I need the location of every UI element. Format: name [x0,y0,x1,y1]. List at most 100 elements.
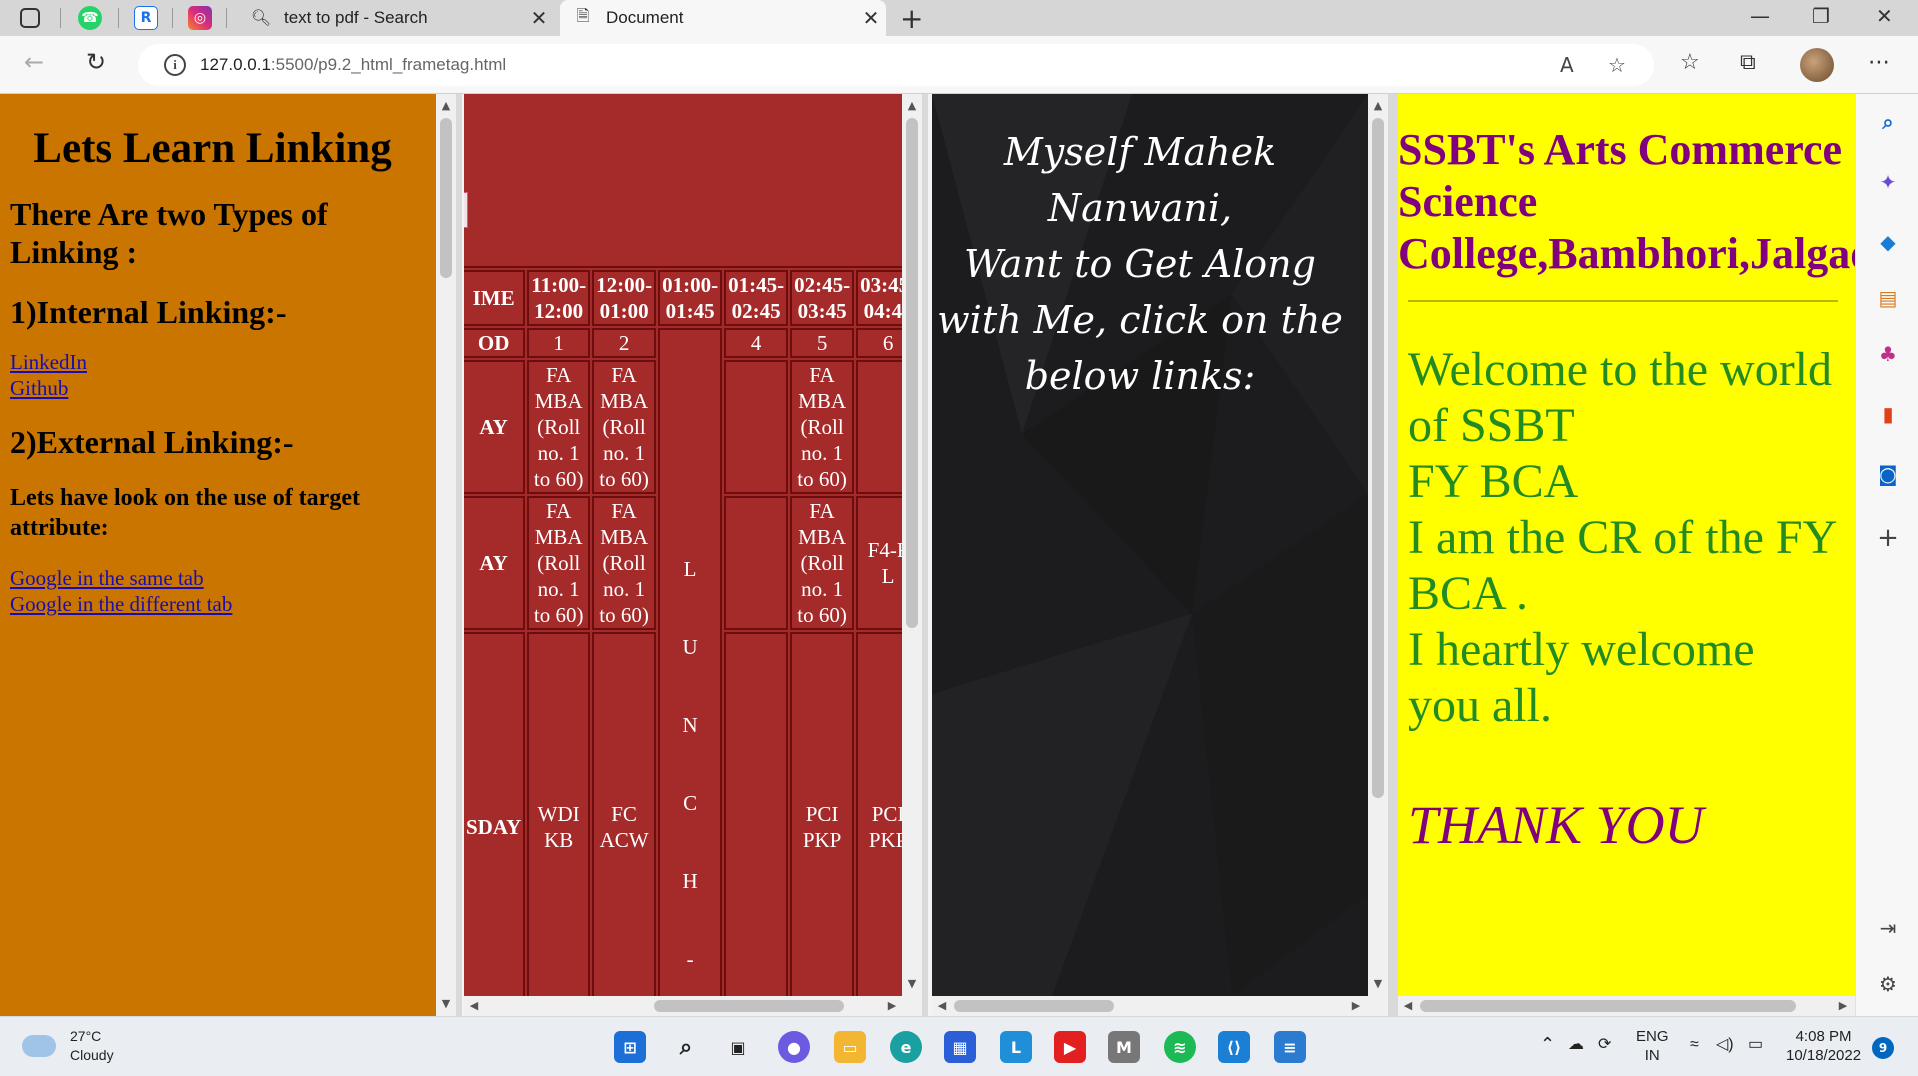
scroll-thumb[interactable] [954,1000,1114,1012]
github-link[interactable]: Github [10,375,415,401]
scroll-down-icon[interactable]: ▼ [902,974,922,994]
weather-widget[interactable]: 27°C Cloudy [22,1027,114,1065]
frame-divider[interactable] [1388,94,1398,1016]
scroll-left-icon[interactable]: ◀ [1398,996,1418,1016]
hide-sidebar-icon[interactable]: ⇥ [1874,914,1902,942]
scroll-left-icon[interactable]: ◀ [464,996,484,1016]
outlook-icon[interactable]: ◙ [1874,460,1902,488]
close-tab-icon[interactable]: ✕ [856,6,886,31]
clock[interactable]: 4:08 PM 10/18/2022 [1786,1027,1861,1065]
notepad-icon[interactable]: ≡ [1274,1031,1306,1063]
tab-separator [118,8,119,28]
restore-icon[interactable]: ❐ [1812,4,1830,28]
google-different-tab-link[interactable]: Google in the different tab [10,591,415,617]
refresh-icon[interactable]: ↻ [86,48,106,76]
close-window-icon[interactable]: ✕ [1876,4,1893,28]
windows-start-icon[interactable]: ⊞ [614,1031,646,1063]
scroll-right-icon[interactable]: ▶ [1833,996,1853,1016]
horizontal-scrollbar[interactable]: ◀ ▶ [1398,996,1855,1016]
tray-chevron-icon[interactable]: ⌃ [1540,1035,1555,1054]
scroll-up-icon[interactable]: ▲ [436,96,456,116]
close-tab-icon[interactable]: ✕ [524,6,554,31]
tab-actions-icon[interactable] [20,8,40,28]
more-options-icon[interactable]: ⋯ [1868,50,1890,75]
tab-search[interactable]: 🔍︎ text to pdf - Search ✕ [238,0,554,36]
onedrive-icon[interactable]: ☁ [1568,1035,1584,1054]
frame-divider[interactable] [922,94,928,1016]
tab-document[interactable]: 🗎︎ Document ✕ [560,0,886,36]
frame-linking-scrollbar[interactable]: ▲ ▼ [436,94,456,1016]
l-glyph: L [1010,1037,1022,1057]
read-aloud-icon[interactable]: A [1560,53,1574,77]
intro-line: below links: [1024,354,1256,398]
shopping-icon[interactable]: ◆ [1874,228,1902,256]
notification-badge[interactable]: 9 [1872,1037,1894,1059]
spotify-icon[interactable]: ≋ [1164,1031,1196,1063]
thank-you-text: THANK YOU [1408,795,1704,855]
youtube-icon[interactable]: ▶ [1054,1031,1086,1063]
avatar[interactable] [1800,48,1834,82]
scroll-thumb[interactable] [1372,118,1384,798]
wifi-icon[interactable]: ≈ [1690,1035,1699,1054]
settings-icon[interactable]: ⚙ [1874,970,1902,998]
internal-links: LinkedIn Github [10,349,415,401]
frame-divider[interactable] [456,94,462,1016]
scroll-thumb[interactable] [906,118,918,628]
instagram-icon[interactable]: ◎ [188,6,212,30]
tools-icon[interactable]: ▤ [1874,284,1902,312]
frame-timetable-scrollbar[interactable]: ▲ ▼ [902,94,922,1016]
horizontal-scrollbar[interactable]: ◀ ▶ [932,996,1368,1016]
scroll-thumb[interactable] [1420,1000,1796,1012]
edge-icon[interactable]: e [890,1031,922,1063]
horizontal-scrollbar[interactable]: ◀ ▶ [464,996,906,1016]
battery-icon[interactable]: ▭ [1748,1035,1763,1054]
url-bar[interactable]: i 127.0.0.1 :5500/p9.2_html_frametag.htm… [138,44,1654,86]
whatsapp-icon[interactable]: ☎ [78,6,102,30]
scroll-thumb[interactable] [654,1000,844,1012]
scroll-thumb[interactable] [440,118,452,278]
file-explorer-icon[interactable]: ▭ [834,1031,866,1063]
l-app-icon[interactable]: L [1000,1031,1032,1063]
favorites-icon[interactable]: ☆ [1680,50,1700,75]
lunch-letter: H [682,869,698,893]
store-icon[interactable]: ▦ [944,1031,976,1063]
scroll-down-icon[interactable]: ▼ [436,994,456,1014]
new-tab-icon[interactable]: + [900,2,923,35]
r-app-icon[interactable]: R [134,6,158,30]
games-icon[interactable]: ♣ [1874,340,1902,368]
sync-icon[interactable]: ⟳ [1598,1035,1611,1054]
vscode-icon[interactable]: ⟨⟩ [1218,1031,1250,1063]
search-icon[interactable]: ⌕ [1874,108,1902,136]
m-app-icon[interactable]: M [1108,1031,1140,1063]
scroll-down-icon[interactable]: ▼ [1368,974,1388,994]
taskbar: 27°C Cloudy ⊞ ⌕ ▣ ● ▭ e ▦ L ▶ M ≋ ⟨⟩ ≡ ⌃… [0,1016,1918,1076]
external-heading: 2)External Linking:- [10,424,294,460]
scroll-left-icon[interactable]: ◀ [932,996,952,1016]
frame-linking-content: Lets Learn Linking There Are two Types o… [10,94,415,617]
search-icon[interactable]: ⌕ [670,1031,702,1063]
frame-timetable: IME 11:00-12:00 12:00-01:00 01:00-01:45 … [464,94,926,1016]
scroll-right-icon[interactable]: ▶ [882,996,902,1016]
minimize-icon[interactable]: — [1750,4,1770,28]
site-info-icon[interactable]: i [164,54,186,76]
collections-icon[interactable]: ⧉ [1740,50,1756,75]
chat-icon[interactable]: ● [778,1031,810,1063]
back-icon[interactable]: ← [24,48,44,76]
language-indicator[interactable]: ENG IN [1636,1027,1669,1065]
linkedin-link[interactable]: LinkedIn [10,349,415,375]
volume-icon[interactable]: ◁) [1716,1035,1734,1054]
language-secondary: IN [1644,1047,1660,1064]
lunch-letter: L [683,557,697,581]
add-icon[interactable]: + [1874,523,1902,553]
task-view-icon[interactable]: ▣ [722,1031,754,1063]
scroll-right-icon[interactable]: ▶ [1346,996,1366,1016]
intro-text: Myself Mahek Nanwani, Want to Get Along … [932,124,1348,404]
tab-bar: ☎ R ◎ 🔍︎ text to pdf - Search ✕ 🗎︎ Docum… [0,0,1918,36]
frame-intro-scrollbar[interactable]: ▲ ▼ [1368,94,1388,1016]
google-same-tab-link[interactable]: Google in the same tab [10,565,415,591]
scroll-up-icon[interactable]: ▲ [902,96,922,116]
copilot-icon[interactable]: ✦ [1874,168,1902,196]
add-favorite-icon[interactable]: ☆ [1608,53,1626,77]
scroll-up-icon[interactable]: ▲ [1368,96,1388,116]
office-icon[interactable]: ▮ [1874,400,1902,428]
